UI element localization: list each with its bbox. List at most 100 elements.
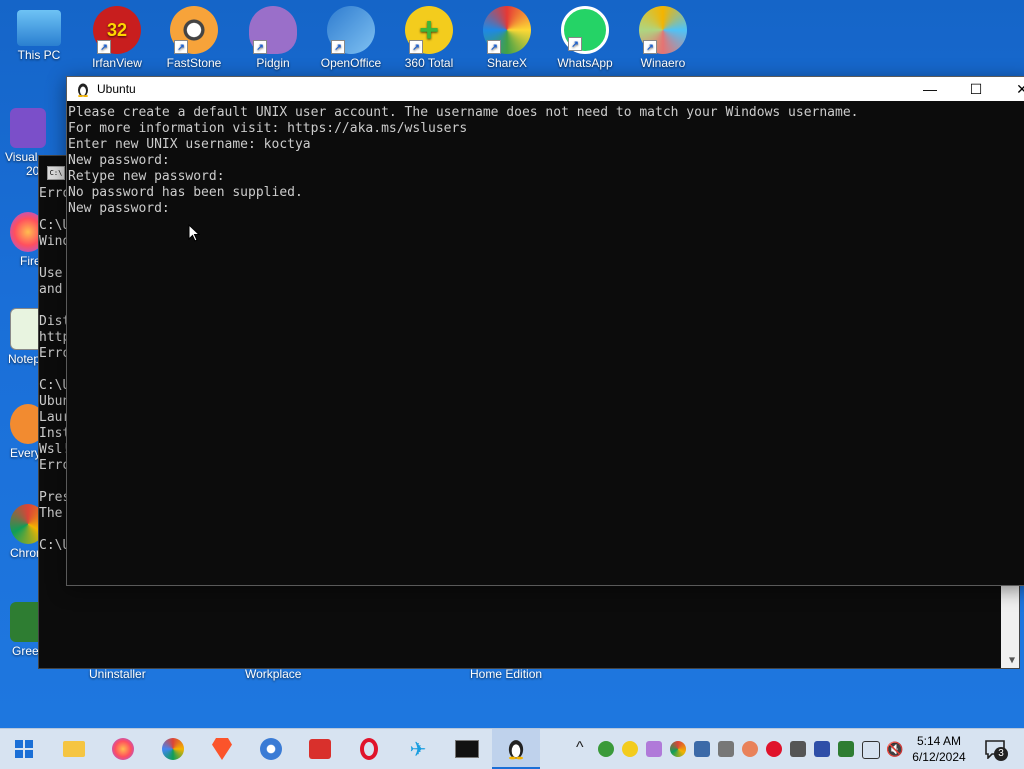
firefox-icon xyxy=(112,738,134,760)
windows-logo-icon xyxy=(15,740,33,758)
terminal-line: New password: xyxy=(68,201,170,216)
desktop-label-home-edition[interactable]: Home Edition xyxy=(470,667,542,681)
desktop-icon-notepad[interactable]: Notep xyxy=(0,308,48,366)
tux-penguin-icon xyxy=(78,83,88,97)
shortcut-arrow-icon: ↗ xyxy=(568,37,582,51)
desktop-icon-whatsapp[interactable]: ↗ WhatsApp xyxy=(548,0,622,70)
taskbar-firefox[interactable] xyxy=(99,729,147,769)
terminal-line: For more information visit: https://aka.… xyxy=(68,121,468,136)
desktop-icon-label: This PC xyxy=(17,48,61,62)
desktop-icon-label: FastStone xyxy=(166,56,222,70)
figure-icon: ✈ xyxy=(409,738,427,761)
desktop-icon-label: ShareX xyxy=(486,56,528,70)
system-clock[interactable]: 5:14 AM 6/12/2024 xyxy=(906,733,972,765)
desktop-icon-this-pc[interactable]: This PC xyxy=(2,0,76,62)
pidgin-bird-icon: ↗ xyxy=(249,6,297,54)
desktop-icon-openoffice[interactable]: ↗ OpenOffice xyxy=(314,0,388,70)
desktop-icon-label: Pidgin xyxy=(256,56,290,70)
desktop-label-uninstaller[interactable]: Uninstaller xyxy=(89,667,146,681)
network-icon[interactable] xyxy=(862,741,880,759)
tray-opera-icon[interactable] xyxy=(766,741,782,757)
taskbar-opera[interactable] xyxy=(345,729,393,769)
tray-pen-icon[interactable] xyxy=(646,741,662,757)
terminal-line: Please create a default UNIX user accoun… xyxy=(68,105,859,120)
shortcut-arrow-icon: ↗ xyxy=(409,40,423,54)
window-titlebar[interactable]: Ubuntu — ☐ ✕ xyxy=(67,77,1024,101)
maximize-button[interactable]: ☐ xyxy=(953,77,999,101)
taskbar-ubuntu[interactable] xyxy=(492,729,540,769)
tray-greenshot-icon[interactable] xyxy=(838,741,854,757)
shortcut-arrow-icon: ↗ xyxy=(97,40,111,54)
opera-icon xyxy=(360,738,378,760)
desktop-icon-winaero[interactable]: ↗ Winaero xyxy=(626,0,700,70)
notification-count-badge: 3 xyxy=(994,747,1008,761)
tray-network-app-icon[interactable] xyxy=(694,741,710,757)
desktop-icon-label: IrfanView xyxy=(92,56,142,70)
tray-shield-icon[interactable] xyxy=(598,741,614,757)
desktop-icon-chrome[interactable]: Chron xyxy=(0,504,46,560)
shortcut-arrow-icon: ↗ xyxy=(487,40,501,54)
terminal-line: New password: xyxy=(68,153,170,168)
taskbar-command-prompt[interactable] xyxy=(443,729,491,769)
ubuntu-terminal-window[interactable]: Ubuntu — ☐ ✕ Please create a default UNI… xyxy=(66,76,1024,586)
irfanview-icon: 32 ↗ xyxy=(93,6,141,54)
volume-muted-icon[interactable]: 🔇 xyxy=(886,741,903,757)
openoffice-gulls-icon: ↗ xyxy=(327,6,375,54)
clock-date: 6/12/2024 xyxy=(912,750,966,764)
terminal-line: No password has been supplied. xyxy=(68,185,303,200)
desktop-icon-faststone[interactable]: ↗ FastStone xyxy=(157,0,231,70)
taskbar-browser-blue[interactable] xyxy=(247,729,295,769)
minimize-button[interactable]: — xyxy=(907,77,953,101)
terminal-output[interactable]: Please create a default UNIX user accoun… xyxy=(67,101,1024,585)
console-icon: C:\ xyxy=(47,166,65,180)
notification-center-button[interactable]: 3 xyxy=(980,737,1012,761)
taskbar-wps[interactable] xyxy=(296,729,344,769)
folder-icon xyxy=(63,741,85,757)
tray-360-icon[interactable] xyxy=(622,741,638,757)
tray-chevron-icon[interactable]: ^ xyxy=(576,739,584,757)
desktop-label-workplace[interactable]: Workplace xyxy=(245,667,301,681)
desktop-icon-everything[interactable]: Every xyxy=(0,404,46,460)
desktop-icon-visual-studio[interactable]: Visual 20 xyxy=(0,108,46,178)
taskbar-file-explorer[interactable] xyxy=(50,729,98,769)
desktop-icon-label: Visual xyxy=(5,150,38,164)
desktop-icon-sharex[interactable]: ↗ ShareX xyxy=(470,0,544,70)
close-button[interactable]: ✕ xyxy=(999,77,1024,101)
tray-monitor-icon[interactable] xyxy=(742,741,758,757)
taskbar-chrome[interactable] xyxy=(149,729,197,769)
console-scrollbar[interactable]: ▼ xyxy=(1001,586,1019,668)
desktop-icon-pidgin[interactable]: ↗ Pidgin xyxy=(236,0,310,70)
brave-lion-icon xyxy=(212,738,232,760)
shortcut-arrow-icon: ↗ xyxy=(253,40,267,54)
tray-n-icon[interactable] xyxy=(814,741,830,757)
desktop-icon-label: OpenOffice xyxy=(320,56,382,70)
winaero-swirl-icon: ↗ xyxy=(639,6,687,54)
scroll-down-icon[interactable]: ▼ xyxy=(1009,655,1015,666)
tray-chrome-icon[interactable] xyxy=(670,741,686,757)
tray-tool-icon[interactable] xyxy=(790,741,806,757)
mouse-pointer-icon xyxy=(188,224,200,242)
desktop-icon-label: Winaero xyxy=(640,56,686,70)
shortcut-arrow-icon: ↗ xyxy=(643,40,657,54)
tray-display-icon[interactable] xyxy=(718,741,734,757)
faststone-eye-icon: ↗ xyxy=(170,6,218,54)
desktop-icon-360-total[interactable]: + ↗ 360 Total xyxy=(392,0,466,70)
shortcut-arrow-icon: ↗ xyxy=(174,40,188,54)
terminal-line: Enter new UNIX username: koctya xyxy=(68,137,311,152)
desktop-icon-label: 360 Total xyxy=(404,56,454,70)
terminal-line: Retype new password: xyxy=(68,169,225,184)
sharex-swirl-icon: ↗ xyxy=(483,6,531,54)
tux-penguin-icon xyxy=(508,740,524,760)
command-prompt-icon xyxy=(455,740,479,758)
visual-studio-icon xyxy=(10,108,46,148)
whatsapp-phone-icon: ↗ xyxy=(561,6,609,54)
start-button[interactable] xyxy=(0,729,48,769)
taskbar-app-blue[interactable]: ✈ xyxy=(394,729,442,769)
taskbar-brave[interactable] xyxy=(198,729,246,769)
desktop-icon-irfanview[interactable]: 32 ↗ IrfanView xyxy=(80,0,154,70)
desktop-icon-firefox[interactable]: Fire xyxy=(0,212,46,268)
window-title: Ubuntu xyxy=(97,82,136,96)
clock-time: 5:14 AM xyxy=(916,734,962,748)
computer-icon xyxy=(17,10,61,46)
desktop-icon-greenshot[interactable]: Greer xyxy=(0,602,46,658)
